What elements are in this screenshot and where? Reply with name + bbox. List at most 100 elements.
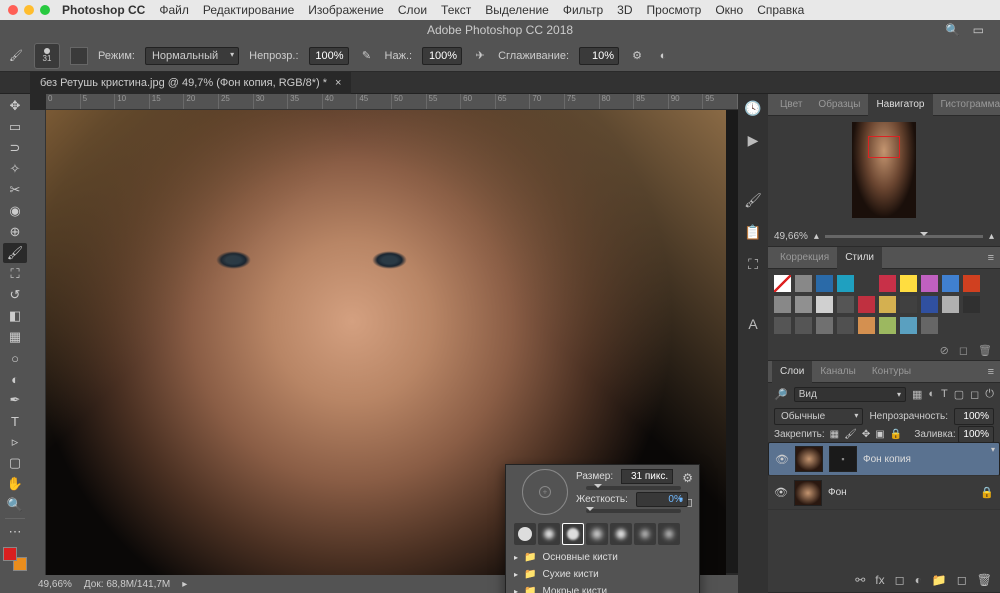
menu-file[interactable]: Файл xyxy=(159,3,189,17)
document-tab[interactable]: без Ретушь кристина.jpg @ 49,7% (Фон коп… xyxy=(30,72,351,94)
shape-tool[interactable]: ▢ xyxy=(3,453,27,473)
app-name[interactable]: Photoshop CC xyxy=(62,3,145,17)
style-swatch[interactable] xyxy=(963,296,980,313)
blend-mode-select[interactable]: Обычные xyxy=(774,408,863,425)
brush-tip[interactable] xyxy=(562,523,584,545)
menu-text[interactable]: Текст xyxy=(441,3,471,17)
panel-menu-icon[interactable]: ≡ xyxy=(982,366,1000,378)
layer-name[interactable]: Фон копия xyxy=(863,454,911,465)
lasso-tool[interactable]: ⊃ xyxy=(3,138,27,158)
crop-tool[interactable]: ✂ xyxy=(3,180,27,200)
opacity-input[interactable]: 100% xyxy=(309,47,349,65)
panel-tab-color[interactable]: Цвет xyxy=(772,94,810,116)
zoom-tool[interactable]: 🔍 xyxy=(3,495,27,515)
close-window-icon[interactable] xyxy=(8,5,18,15)
panel-tab-paths[interactable]: Контуры xyxy=(864,361,919,383)
filter-adjust-icon[interactable]: ◐ xyxy=(928,388,935,400)
zoom-window-icon[interactable] xyxy=(40,5,50,15)
airbrush-icon[interactable]: ✈ xyxy=(472,48,488,64)
menu-3d[interactable]: 3D xyxy=(617,3,632,17)
brush-folder[interactable]: ▸📁Мокрые кисти xyxy=(506,583,699,593)
panel-tab-styles[interactable]: Стили xyxy=(837,247,882,269)
new-style-icon[interactable]: ◻ xyxy=(959,344,968,357)
minimize-window-icon[interactable] xyxy=(24,5,34,15)
style-swatch[interactable] xyxy=(837,275,854,292)
menu-edit[interactable]: Редактирование xyxy=(203,3,294,17)
smoothing-options-icon[interactable]: ⚙ xyxy=(629,48,645,64)
history-brush-tool[interactable]: ↺ xyxy=(3,285,27,305)
chevron-right-icon[interactable]: ▸ xyxy=(182,579,187,590)
type-tool[interactable]: T xyxy=(3,411,27,431)
layer-thumbnail[interactable] xyxy=(795,446,823,472)
gear-icon[interactable]: ⚙ xyxy=(682,471,693,485)
path-select-tool[interactable]: ▹ xyxy=(3,432,27,452)
style-swatch[interactable] xyxy=(900,296,917,313)
style-swatch[interactable] xyxy=(816,296,833,313)
style-swatch[interactable] xyxy=(942,275,959,292)
brush-folder[interactable]: ▸📁Сухие кисти xyxy=(506,566,699,583)
brush-tip[interactable] xyxy=(538,523,560,545)
layer-mask-icon[interactable]: ◻ xyxy=(895,573,905,587)
ruler-vertical[interactable] xyxy=(30,110,46,593)
blur-tool[interactable]: ○ xyxy=(3,348,27,368)
new-layer-icon[interactable]: ◻ xyxy=(957,573,967,587)
color-swatches[interactable] xyxy=(3,547,27,571)
lock-artboard-icon[interactable]: ▣ xyxy=(875,429,884,440)
brush-tool[interactable]: 🖌 xyxy=(3,243,27,263)
panel-tab-navigator[interactable]: Навигатор xyxy=(868,94,932,116)
pressure-size-icon[interactable]: ◐ xyxy=(655,48,671,64)
brush-tool-icon[interactable]: 🖌 xyxy=(8,48,24,64)
move-tool[interactable]: ✥ xyxy=(3,96,27,116)
brush-settings-icon[interactable]: 📋 xyxy=(743,222,763,242)
hardness-input[interactable]: 0% xyxy=(636,492,688,507)
clone-stamp-tool[interactable]: ⛶ xyxy=(3,264,27,284)
style-swatch[interactable] xyxy=(774,317,791,334)
style-swatch[interactable] xyxy=(858,317,875,334)
style-swatch[interactable] xyxy=(795,317,812,334)
layer-thumbnail[interactable] xyxy=(794,480,822,506)
style-swatch[interactable] xyxy=(774,296,791,313)
dodge-tool[interactable]: ◐ xyxy=(3,369,27,389)
magic-wand-tool[interactable]: ✧ xyxy=(3,159,27,179)
style-swatch[interactable] xyxy=(879,317,896,334)
filter-smart-icon[interactable]: ◻ xyxy=(970,388,979,401)
visibility-icon[interactable]: 👁 xyxy=(775,453,789,466)
menu-layers[interactable]: Слои xyxy=(398,3,427,17)
brush-tip[interactable] xyxy=(514,523,536,545)
panel-menu-icon[interactable]: ≡ xyxy=(982,252,1000,264)
navigator-thumbnail[interactable] xyxy=(852,122,916,218)
style-swatch[interactable] xyxy=(900,317,917,334)
nav-zoom-value[interactable]: 49,66% xyxy=(774,231,808,242)
brush-tip[interactable] xyxy=(658,523,680,545)
lock-position-icon[interactable]: ✥ xyxy=(862,429,870,440)
panel-tab-channels[interactable]: Каналы xyxy=(812,361,864,383)
panel-tab-layers[interactable]: Слои xyxy=(772,361,812,383)
lock-pixels-icon[interactable]: 🖌 xyxy=(844,429,857,440)
menu-help[interactable]: Справка xyxy=(757,3,804,17)
edit-toolbar[interactable]: ⋯ xyxy=(3,522,27,542)
layer-opacity-input[interactable]: 100% xyxy=(954,408,994,425)
adjustment-layer-icon[interactable]: ◐ xyxy=(915,573,922,587)
style-swatch[interactable] xyxy=(795,275,812,292)
search-icon[interactable]: 🔍 xyxy=(945,23,960,37)
brush-folder[interactable]: ▸📁Основные кисти xyxy=(506,549,699,566)
blend-mode-select[interactable]: Нормальный xyxy=(145,47,239,65)
flow-input[interactable]: 100% xyxy=(422,47,462,65)
style-swatch[interactable] xyxy=(816,275,833,292)
pen-tool[interactable]: ✒ xyxy=(3,390,27,410)
delete-style-icon[interactable]: 🗑 xyxy=(978,344,992,357)
navigator-viewport[interactable] xyxy=(868,136,900,158)
tab-close-icon[interactable]: × xyxy=(335,77,341,89)
panel-tab-adjustments[interactable]: Коррекция xyxy=(772,247,837,269)
style-swatch[interactable] xyxy=(795,296,812,313)
size-input[interactable]: 31 пикс. xyxy=(621,469,673,484)
style-swatch[interactable] xyxy=(921,296,938,313)
layer-row[interactable]: 👁 Фон 🔒 xyxy=(768,476,1000,510)
menu-image[interactable]: Изображение xyxy=(308,3,384,17)
style-swatch[interactable] xyxy=(879,296,896,313)
workspace-icon[interactable]: ▭ xyxy=(973,23,984,37)
style-swatch[interactable] xyxy=(858,296,875,313)
style-swatch[interactable] xyxy=(858,275,875,292)
panel-tab-histogram[interactable]: Гистограмма xyxy=(933,94,1000,116)
brush-tip[interactable] xyxy=(586,523,608,545)
